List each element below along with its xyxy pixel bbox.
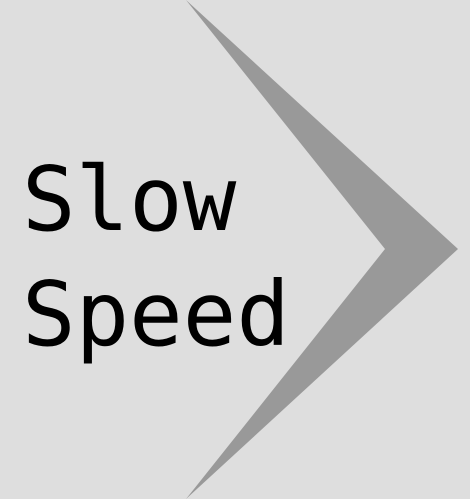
button-label-line-1: Slow: [22, 147, 237, 251]
slow-speed-button[interactable]: Slow Speed: [0, 0, 470, 499]
button-label-line-2: Speed: [22, 262, 290, 366]
